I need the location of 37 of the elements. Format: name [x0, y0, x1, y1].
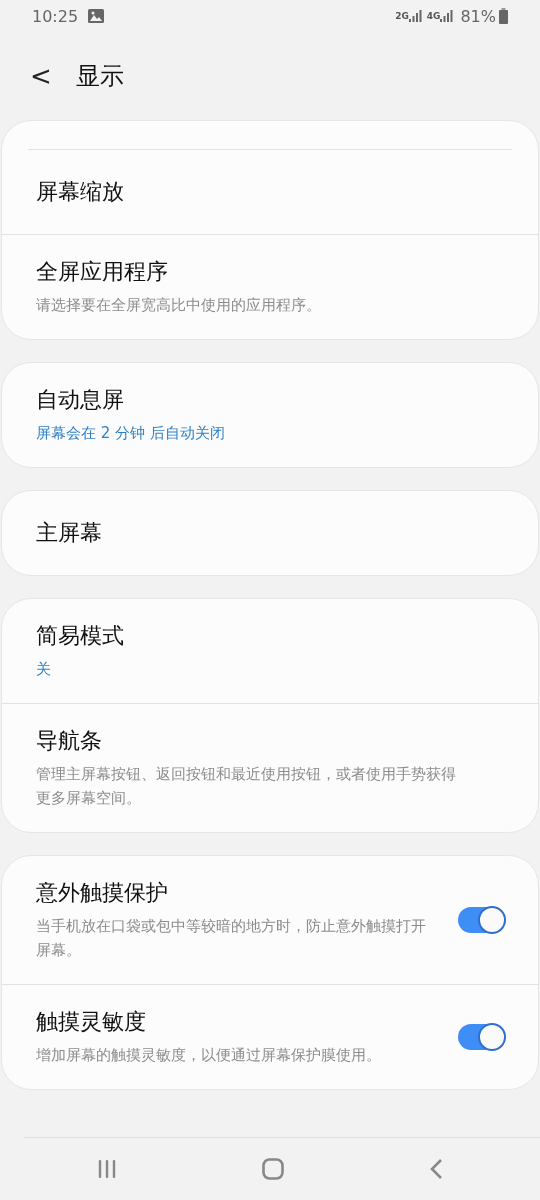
item-title: 简易模式 [36, 622, 125, 650]
signal-icon [440, 10, 455, 22]
back-button[interactable]: < [30, 61, 52, 91]
settings-item[interactable]: 主屏幕 [2, 491, 538, 575]
image-icon [88, 9, 105, 23]
item-summary: 管理主屏幕按钮、返回按钮和最近使用按钮，或者使用手势获得更多屏幕空间。 [36, 764, 457, 809]
settings-item[interactable]: 全屏应用程序 请选择要在全屏宽高比中使用的应用程序。 [2, 234, 538, 339]
signal-icon [408, 10, 423, 22]
settings-item[interactable]: 自动息屏 屏幕会在 2 分钟 后自动关闭 [2, 363, 538, 467]
clock: 10:25 [32, 6, 79, 26]
toggle-switch[interactable] [458, 1024, 504, 1050]
item-title: 主屏幕 [36, 519, 103, 547]
page-title: 显示 [75, 61, 124, 92]
item-title: 全屏应用程序 [36, 258, 169, 286]
battery-icon [499, 8, 508, 24]
network-label: 4G [426, 11, 441, 21]
settings-item[interactable]: 意外触摸保护 当手机放在口袋或包中等较暗的地方时，防止意外触摸打开屏幕。 [2, 856, 538, 984]
item-summary: 屏幕会在 2 分钟 后自动关闭 [36, 423, 226, 444]
item-summary: 增加屏幕的触摸灵敏度，以便通过屏幕保护膜使用。 [36, 1045, 382, 1066]
item-title: 自动息屏 [36, 386, 125, 414]
settings-item[interactable]: 触摸灵敏度 增加屏幕的触摸灵敏度，以便通过屏幕保护膜使用。 [2, 984, 538, 1089]
battery-percent: 81% [460, 6, 496, 26]
back-icon[interactable] [429, 1158, 444, 1180]
item-title: 导航条 [36, 727, 103, 755]
recent-apps-icon[interactable] [96, 1159, 117, 1179]
settings-item[interactable]: 简易模式 关 [2, 599, 538, 703]
item-summary: 请选择要在全屏宽高比中使用的应用程序。 [36, 295, 322, 316]
item-summary: 当手机放在口袋或包中等较暗的地方时，防止意外触摸打开屏幕。 [36, 916, 427, 961]
toggle-switch[interactable] [458, 907, 504, 933]
item-title: 屏幕缩放 [36, 178, 125, 206]
settings-item[interactable]: 屏幕缩放 [2, 150, 538, 234]
home-icon[interactable] [262, 1158, 284, 1180]
network-label: 2G [395, 11, 409, 21]
item-title: 意外触摸保护 [36, 879, 169, 907]
item-summary: 关 [36, 659, 52, 680]
item-title: 触摸灵敏度 [36, 1008, 147, 1036]
settings-item[interactable]: 导航条 管理主屏幕按钮、返回按钮和最近使用按钮，或者使用手势获得更多屏幕空间。 [2, 703, 538, 832]
